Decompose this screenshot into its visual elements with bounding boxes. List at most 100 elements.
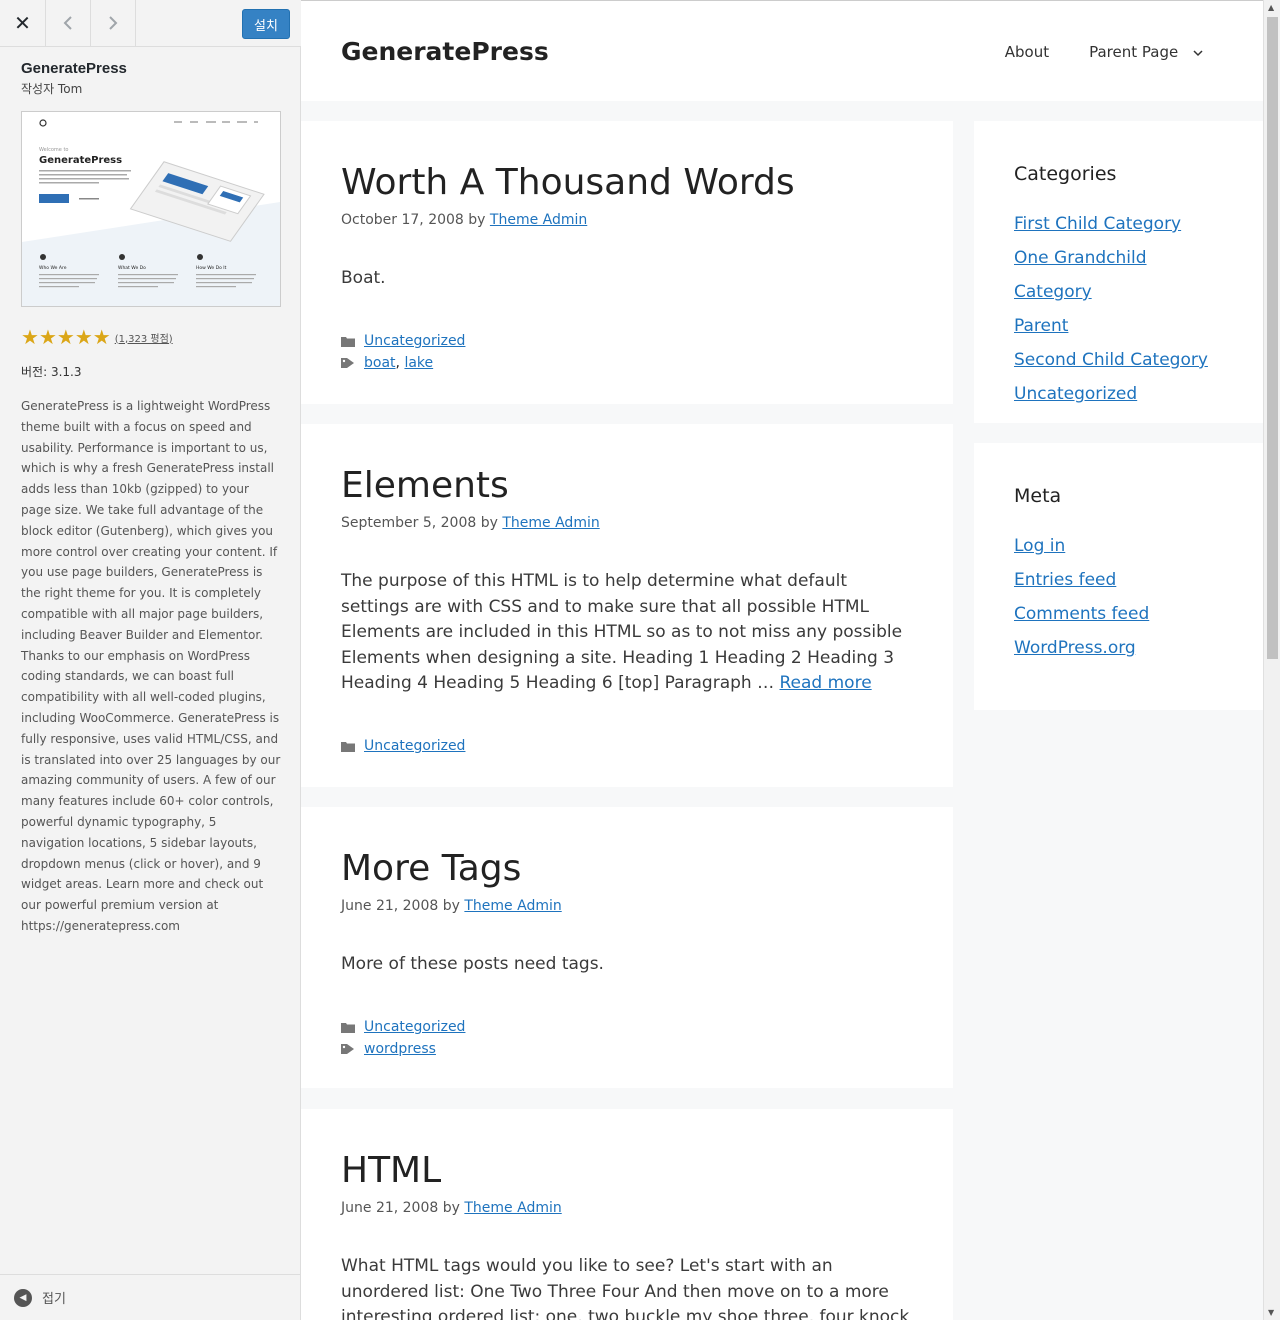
collapse-arrow-icon: ◀ xyxy=(14,1288,32,1307)
star-icon: ★ xyxy=(56,325,75,349)
tag-icon xyxy=(341,1043,354,1054)
panel-toolbar: ✕ 설치 xyxy=(0,0,301,47)
theme-version: 버전: 3.1.3 xyxy=(21,365,82,379)
post-title[interactable]: More Tags xyxy=(341,847,913,890)
screenshot-feature-3: How We Do It xyxy=(196,265,227,271)
list-item: Log in xyxy=(1014,529,1223,563)
post-footer: Uncategorized wordpress xyxy=(341,1016,913,1060)
previous-theme-button[interactable] xyxy=(46,0,91,46)
meta-link[interactable]: Comments feed xyxy=(1014,604,1149,624)
chevron-left-icon xyxy=(63,16,72,30)
widget-title: Categories xyxy=(1014,163,1117,185)
scrollbar-thumb[interactable] xyxy=(1267,17,1278,659)
tag-link[interactable]: wordpress xyxy=(364,1041,436,1057)
category-link[interactable]: One Grandchild Category xyxy=(1014,248,1147,302)
scrollbar[interactable]: ▲ ▼ xyxy=(1263,0,1280,1320)
post-title[interactable]: HTML xyxy=(341,1149,913,1192)
post-meta: June 21, 2008 by Theme Admin xyxy=(341,898,913,914)
next-theme-button[interactable] xyxy=(91,0,136,46)
collapse-label: 접기 xyxy=(42,1292,66,1307)
post-footer: Uncategorized xyxy=(341,735,913,757)
star-icon: ★ xyxy=(38,325,57,349)
scroll-down-arrow-icon[interactable]: ▼ xyxy=(1268,1308,1274,1317)
close-button[interactable]: ✕ xyxy=(0,0,46,46)
post-title[interactable]: Elements xyxy=(341,464,913,507)
list-item: Parent xyxy=(1014,309,1223,343)
read-more-link[interactable]: Read more xyxy=(780,673,872,693)
meta-link[interactable]: Entries feed xyxy=(1014,570,1116,590)
tag-link[interactable]: boat xyxy=(364,355,396,371)
nav-item-about[interactable]: About xyxy=(1005,43,1049,61)
list-item: One Grandchild Category xyxy=(1014,241,1223,309)
post-author-link[interactable]: Theme Admin xyxy=(464,898,561,914)
post-date: June 21, 2008 xyxy=(341,898,439,915)
star-rating: ★ ★ ★ ★ ★ (1,323 평점) xyxy=(21,327,281,347)
meta-link[interactable]: Log in xyxy=(1014,536,1065,556)
post-content: Boat. xyxy=(341,268,386,289)
category-link[interactable]: Uncategorized xyxy=(1014,384,1137,404)
post-footer: Uncategorized boat, lake xyxy=(341,330,913,374)
site-preview: GeneratePress About Parent Page Worth A … xyxy=(301,0,1263,1320)
chevron-down-icon xyxy=(1193,50,1203,57)
post-title[interactable]: Worth A Thousand Words xyxy=(341,161,913,204)
post-date: June 21, 2008 xyxy=(341,1200,439,1217)
theme-description: GeneratePress is a lightweight WordPress… xyxy=(21,399,281,933)
theme-author: 작성자 Tom xyxy=(21,82,83,96)
theme-details: GeneratePress 작성자 Tom Welcome to Generat… xyxy=(21,58,281,937)
theme-screenshot-image: Welcome to GeneratePress Who We Are What… xyxy=(22,112,280,306)
tag-icon xyxy=(341,357,354,368)
theme-name: GeneratePress xyxy=(21,60,127,77)
scroll-up-arrow-icon[interactable]: ▲ xyxy=(1268,3,1274,12)
post-author-link[interactable]: Theme Admin xyxy=(490,212,587,228)
category-link[interactable]: Second Child Category xyxy=(1014,350,1208,370)
list-item: First Child Category xyxy=(1014,207,1223,241)
post-author-link[interactable]: Theme Admin xyxy=(502,515,599,531)
post-by: by xyxy=(480,515,498,532)
post-article: More Tags June 21, 2008 by Theme Admin M… xyxy=(301,807,953,1088)
theme-preview-panel: ✕ 설치 GeneratePress 작성자 Tom Welcome to Ge… xyxy=(0,0,301,1320)
category-link[interactable]: Uncategorized xyxy=(364,1019,465,1035)
post-date: September 5, 2008 xyxy=(341,515,477,532)
folder-icon xyxy=(341,741,355,752)
post-meta: June 21, 2008 by Theme Admin xyxy=(341,1200,913,1216)
star-icon: ★ xyxy=(21,325,39,349)
folder-icon xyxy=(341,336,355,347)
post-by: by xyxy=(442,1200,460,1217)
post-content: More of these posts need tags. xyxy=(341,954,604,975)
post-by: by xyxy=(442,898,460,915)
post-article: Elements September 5, 2008 by Theme Admi… xyxy=(301,424,953,787)
star-icon: ★ xyxy=(74,325,93,349)
tag-link[interactable]: lake xyxy=(404,355,433,371)
meta-list: Log in Entries feed Comments feed WordPr… xyxy=(1014,529,1223,665)
site-header: GeneratePress About Parent Page xyxy=(301,0,1263,101)
list-item: Entries feed xyxy=(1014,563,1223,597)
install-button[interactable]: 설치 xyxy=(242,9,290,39)
categories-widget: Categories First Child Category One Gran… xyxy=(974,121,1263,423)
category-link[interactable]: Uncategorized xyxy=(364,333,465,349)
post-meta: October 17, 2008 by Theme Admin xyxy=(341,212,913,228)
meta-link[interactable]: WordPress.org xyxy=(1014,638,1136,658)
site-title[interactable]: GeneratePress xyxy=(341,37,549,66)
list-item: Second Child Category xyxy=(1014,343,1223,377)
post-article: Worth A Thousand Words October 17, 2008 … xyxy=(301,121,953,404)
widget-title: Meta xyxy=(1014,485,1062,507)
post-content: What HTML tags would you like to see? Le… xyxy=(341,1256,910,1320)
post-author-link[interactable]: Theme Admin xyxy=(464,1200,561,1216)
post-meta: September 5, 2008 by Theme Admin xyxy=(341,515,913,531)
screenshot-welcome: Welcome to xyxy=(39,147,68,153)
category-link[interactable]: First Child Category xyxy=(1014,214,1181,234)
list-item: WordPress.org xyxy=(1014,631,1223,665)
nav-item-parent-page[interactable]: Parent Page xyxy=(1089,43,1203,61)
primary-navigation: About Parent Page xyxy=(965,43,1203,61)
screenshot-title: GeneratePress xyxy=(39,155,122,166)
category-link[interactable]: Uncategorized xyxy=(364,738,465,754)
chevron-right-icon xyxy=(109,16,118,30)
folder-icon xyxy=(341,1022,355,1033)
screenshot-feature-2: What We Do xyxy=(118,265,146,271)
post-content: The purpose of this HTML is to help dete… xyxy=(341,569,913,697)
collapse-sidebar-button[interactable]: ◀ 접기 xyxy=(0,1274,300,1320)
rating-count-link[interactable]: (1,323 평점) xyxy=(115,330,173,345)
screenshot-feature-1: Who We Are xyxy=(39,265,67,271)
category-link[interactable]: Parent xyxy=(1014,316,1068,336)
list-item: Uncategorized xyxy=(1014,377,1223,411)
